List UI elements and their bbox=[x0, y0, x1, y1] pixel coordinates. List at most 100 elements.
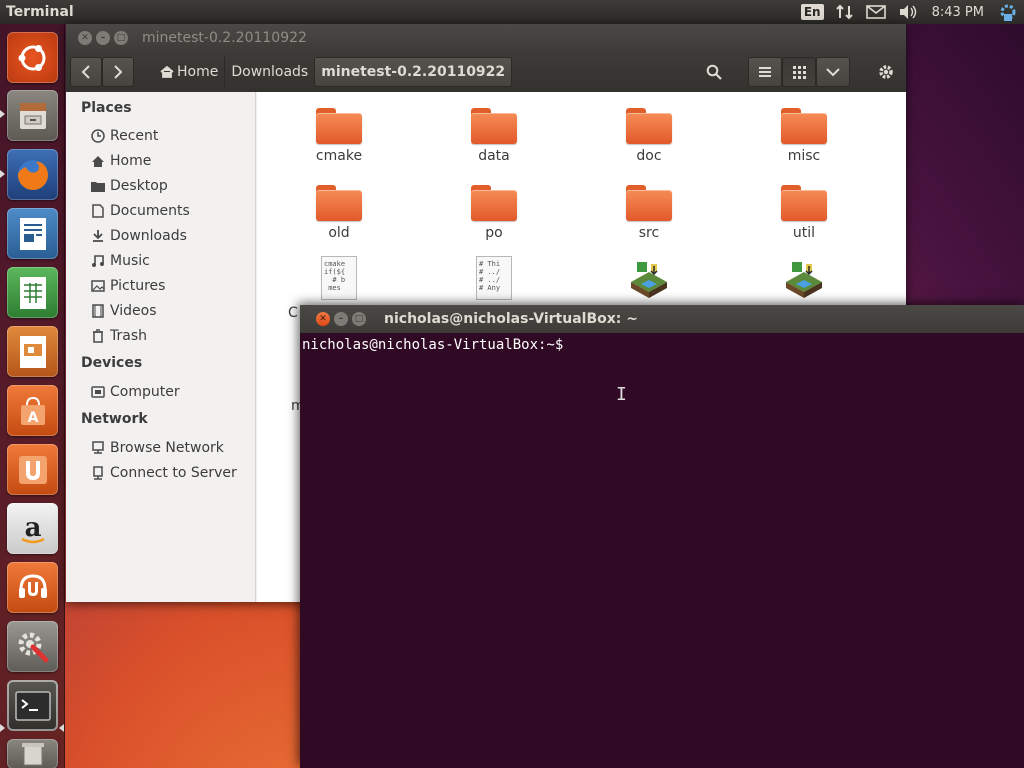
folder-label: data bbox=[478, 148, 510, 164]
terminal-titlebar[interactable]: ✕ – □ nicholas@nicholas-VirtualBox: ~ bbox=[300, 305, 1024, 333]
session-indicator[interactable] bbox=[992, 0, 1024, 24]
folder-item[interactable]: src bbox=[594, 185, 704, 241]
network-icon bbox=[90, 440, 106, 456]
folder-item[interactable]: data bbox=[439, 108, 549, 164]
launcher-calc[interactable] bbox=[7, 267, 58, 318]
launcher-terminal[interactable] bbox=[7, 680, 58, 731]
launcher-amazon[interactable]: a bbox=[7, 503, 58, 554]
sidebar-item-trash[interactable]: Trash bbox=[90, 326, 147, 346]
folder-item[interactable]: cmake bbox=[284, 108, 394, 164]
terminal-window[interactable]: ✕ – □ nicholas@nicholas-VirtualBox: ~ ni… bbox=[300, 305, 1024, 768]
picture-icon bbox=[90, 278, 106, 294]
sidebar-item-music[interactable]: Music bbox=[90, 251, 150, 271]
launcher-ubuntu-one-music[interactable] bbox=[7, 562, 58, 613]
terminal-icon bbox=[14, 690, 51, 721]
chevron-down-icon bbox=[826, 68, 840, 77]
text-file-icon: # Thi # ../ # ../ # Any bbox=[476, 256, 512, 300]
file-item[interactable] bbox=[749, 256, 859, 304]
launcher-impress[interactable] bbox=[7, 326, 58, 377]
trash-icon bbox=[90, 328, 106, 344]
clock[interactable]: 8:43 PM bbox=[924, 0, 992, 24]
breadcrumb-home-label: Home bbox=[177, 64, 219, 80]
launcher-system-settings[interactable] bbox=[7, 621, 58, 672]
partial-file-label: C bbox=[288, 305, 298, 321]
breadcrumb-current[interactable]: minetest-0.2.20110922 bbox=[314, 57, 513, 87]
launcher-files[interactable] bbox=[7, 90, 58, 141]
sound-indicator[interactable] bbox=[892, 0, 924, 24]
terminal-minimize-button[interactable]: – bbox=[334, 312, 348, 326]
sidebar-item-documents[interactable]: Documents bbox=[90, 201, 190, 221]
sidebar-item-label: Downloads bbox=[110, 228, 187, 244]
view-options-button[interactable] bbox=[816, 57, 850, 87]
folder-label: cmake bbox=[315, 148, 363, 164]
folder-icon bbox=[316, 185, 362, 221]
launcher-software-center[interactable]: A bbox=[7, 385, 58, 436]
grid-view-icon bbox=[793, 66, 806, 79]
network-indicator[interactable] bbox=[830, 0, 860, 24]
breadcrumb-home[interactable]: Home bbox=[154, 57, 224, 87]
folder-item[interactable]: doc bbox=[594, 108, 704, 164]
download-icon bbox=[90, 228, 106, 244]
list-view-icon bbox=[759, 67, 771, 77]
sidebar-item-label: Music bbox=[110, 253, 150, 269]
folder-item[interactable]: po bbox=[439, 185, 549, 241]
gear-icon bbox=[879, 65, 893, 79]
file-item[interactable] bbox=[594, 256, 704, 304]
sidebar-item-downloads[interactable]: Downloads bbox=[90, 226, 187, 246]
folder-icon bbox=[626, 108, 672, 144]
clock-icon bbox=[90, 128, 106, 144]
home-icon bbox=[160, 66, 174, 78]
settings-button[interactable] bbox=[870, 57, 902, 87]
sidebar-item-label: Videos bbox=[110, 303, 157, 319]
minetest-icon bbox=[631, 262, 667, 298]
chevron-right-icon bbox=[114, 65, 123, 79]
folder-label: old bbox=[328, 225, 350, 241]
sidebar-item-computer[interactable]: Computer bbox=[90, 382, 180, 402]
sidebar-item-recent[interactable]: Recent bbox=[90, 126, 158, 146]
sidebar-item-browse-network[interactable]: Browse Network bbox=[90, 438, 224, 458]
terminal-window-title: nicholas@nicholas-VirtualBox: ~ bbox=[384, 311, 638, 327]
sidebar-item-connect-server[interactable]: Connect to Server bbox=[90, 463, 237, 483]
breadcrumb-downloads[interactable]: Downloads bbox=[224, 57, 314, 87]
keyboard-indicator[interactable]: En bbox=[795, 0, 830, 24]
forward-button[interactable] bbox=[102, 57, 134, 87]
terminal-body[interactable]: nicholas@nicholas-VirtualBox:~$ bbox=[300, 333, 1024, 357]
back-button[interactable] bbox=[70, 57, 102, 87]
launcher-trash[interactable] bbox=[7, 739, 58, 768]
files-close-button[interactable]: ✕ bbox=[78, 31, 92, 45]
list-view-button[interactable] bbox=[748, 57, 782, 87]
sidebar-item-desktop[interactable]: Desktop bbox=[90, 176, 168, 196]
home-icon bbox=[90, 153, 106, 169]
files-maximize-button[interactable]: □ bbox=[114, 31, 128, 45]
file-item[interactable]: cmake if(${ # b mes bbox=[284, 256, 394, 300]
launcher: A a bbox=[0, 24, 65, 768]
folder-label: misc bbox=[787, 148, 821, 164]
folder-item[interactable]: misc bbox=[749, 108, 859, 164]
launcher-ubuntu-one[interactable] bbox=[7, 444, 58, 495]
launcher-dash-home[interactable] bbox=[7, 32, 58, 83]
messaging-indicator[interactable] bbox=[860, 0, 892, 24]
folder-label: src bbox=[638, 225, 660, 241]
terminal-prompt: nicholas@nicholas-VirtualBox:~$ bbox=[302, 337, 564, 353]
grid-view-button[interactable] bbox=[782, 57, 816, 87]
amazon-icon: a bbox=[20, 513, 45, 543]
sidebar-item-home[interactable]: Home bbox=[90, 151, 151, 171]
launcher-firefox[interactable] bbox=[7, 149, 58, 200]
launcher-writer[interactable] bbox=[7, 208, 58, 259]
sidebar-item-pictures[interactable]: Pictures bbox=[90, 276, 165, 296]
folder-icon bbox=[781, 185, 827, 221]
folder-item[interactable]: old bbox=[284, 185, 394, 241]
terminal-close-button[interactable]: ✕ bbox=[316, 312, 330, 326]
sidebar-item-videos[interactable]: Videos bbox=[90, 301, 157, 321]
minetest-icon bbox=[786, 262, 822, 298]
terminal-maximize-button[interactable]: □ bbox=[352, 312, 366, 326]
files-minimize-button[interactable]: – bbox=[96, 31, 110, 45]
firefox-icon bbox=[17, 159, 48, 190]
files-titlebar[interactable]: ✕ – □ minetest-0.2.20110922 bbox=[66, 24, 906, 52]
search-button[interactable] bbox=[698, 57, 730, 87]
file-item[interactable]: # Thi # ../ # ../ # Any bbox=[439, 256, 549, 300]
folder-item[interactable]: util bbox=[749, 185, 859, 241]
devices-header: Devices bbox=[81, 355, 143, 371]
folder-label: util bbox=[792, 225, 816, 241]
folder-icon bbox=[626, 185, 672, 221]
